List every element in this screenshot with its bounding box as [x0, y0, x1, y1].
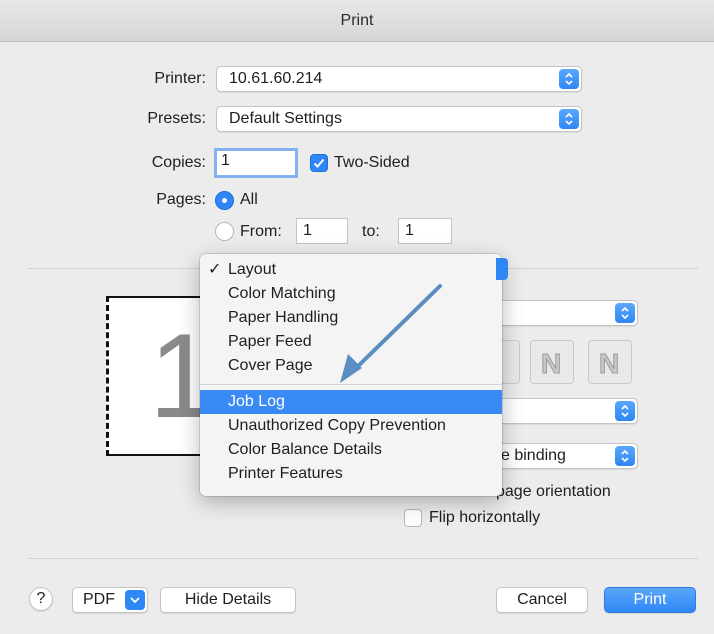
menu-item-label: Cover Page: [228, 357, 313, 374]
panel-select-menu[interactable]: ✓ Layout Color Matching Paper Handling P…: [200, 254, 502, 496]
svg-text:N: N: [541, 348, 561, 379]
updown-chevron-icon: [559, 69, 579, 89]
printer-popup[interactable]: 10.61.60.214: [216, 66, 582, 92]
pdf-label: PDF: [83, 591, 115, 608]
n-reversed-layout-icon: N: [541, 348, 562, 380]
pages-to-field[interactable]: 1: [398, 218, 452, 244]
menu-item-color-balance-details[interactable]: Color Balance Details: [200, 438, 502, 462]
hide-details-button[interactable]: Hide Details: [160, 587, 296, 613]
menu-item-printer-features[interactable]: Printer Features: [200, 462, 502, 486]
menu-item-label: Unauthorized Copy Prevention: [228, 417, 446, 434]
menu-item-label: Paper Handling: [228, 309, 339, 326]
window-title: Print: [0, 0, 714, 42]
layout-direction-n-reversed-button[interactable]: N: [530, 340, 574, 384]
pages-to-label: to:: [362, 223, 380, 240]
chevron-down-icon: [125, 590, 145, 610]
copies-field[interactable]: 1: [214, 148, 298, 178]
menu-item-cover-page[interactable]: Cover Page: [200, 354, 502, 378]
layout-direction-n-button[interactable]: N: [588, 340, 632, 384]
two-sided-checkbox[interactable]: [310, 154, 328, 172]
menu-item-paper-feed[interactable]: Paper Feed: [200, 330, 502, 354]
print-button[interactable]: Print: [604, 587, 696, 613]
pdf-button[interactable]: PDF: [72, 587, 148, 613]
menu-item-label: Job Log: [228, 393, 285, 410]
pages-from-field[interactable]: 1: [296, 218, 348, 244]
footer-divider: [28, 558, 698, 559]
svg-text:N: N: [599, 348, 619, 379]
pages-all-radio[interactable]: [215, 191, 234, 210]
flip-horizontally-label: Flip horizontally: [429, 509, 541, 526]
menu-item-paper-handling[interactable]: Paper Handling: [200, 306, 502, 330]
cancel-button[interactable]: Cancel: [496, 587, 588, 613]
updown-chevron-icon: [615, 446, 635, 466]
panel-select-popup-edge[interactable]: [496, 258, 508, 280]
pages-all-label: All: [240, 191, 258, 208]
menu-item-label: Layout: [228, 261, 277, 278]
menu-item-label: Printer Features: [228, 465, 343, 482]
flip-horizontally-checkbox[interactable]: [404, 509, 422, 527]
menu-item-layout[interactable]: ✓ Layout: [200, 258, 502, 282]
pages-from-label: From:: [240, 223, 282, 240]
pages-label: Pages:: [156, 191, 206, 208]
menu-item-label: Color Matching: [228, 285, 336, 302]
presets-popup[interactable]: Default Settings: [216, 106, 582, 132]
presets-label: Presets:: [147, 110, 206, 127]
menu-item-label: Paper Feed: [228, 333, 312, 350]
menu-item-color-matching[interactable]: Color Matching: [200, 282, 502, 306]
binding-value: e binding: [501, 447, 566, 464]
reverse-orientation-label: page orientation: [496, 483, 611, 500]
updown-chevron-icon: [615, 401, 635, 421]
two-sided-label: Two-Sided: [334, 154, 410, 171]
checkmark-icon: [313, 158, 325, 168]
updown-chevron-icon: [615, 303, 635, 323]
menu-separator: [200, 384, 502, 385]
pages-from-radio[interactable]: [215, 222, 234, 241]
menu-item-unauthorized-copy-prevention[interactable]: Unauthorized Copy Prevention: [200, 414, 502, 438]
checkmark-icon: ✓: [208, 261, 222, 278]
printer-value: 10.61.60.214: [229, 70, 323, 87]
menu-item-job-log[interactable]: Job Log: [200, 390, 502, 414]
presets-value: Default Settings: [229, 110, 342, 127]
help-button[interactable]: ?: [29, 587, 53, 611]
updown-chevron-icon: [559, 109, 579, 129]
copies-label: Copies:: [151, 154, 206, 171]
printer-label: Printer:: [154, 70, 206, 87]
n-layout-icon: N: [599, 348, 620, 380]
menu-item-label: Color Balance Details: [228, 441, 382, 458]
